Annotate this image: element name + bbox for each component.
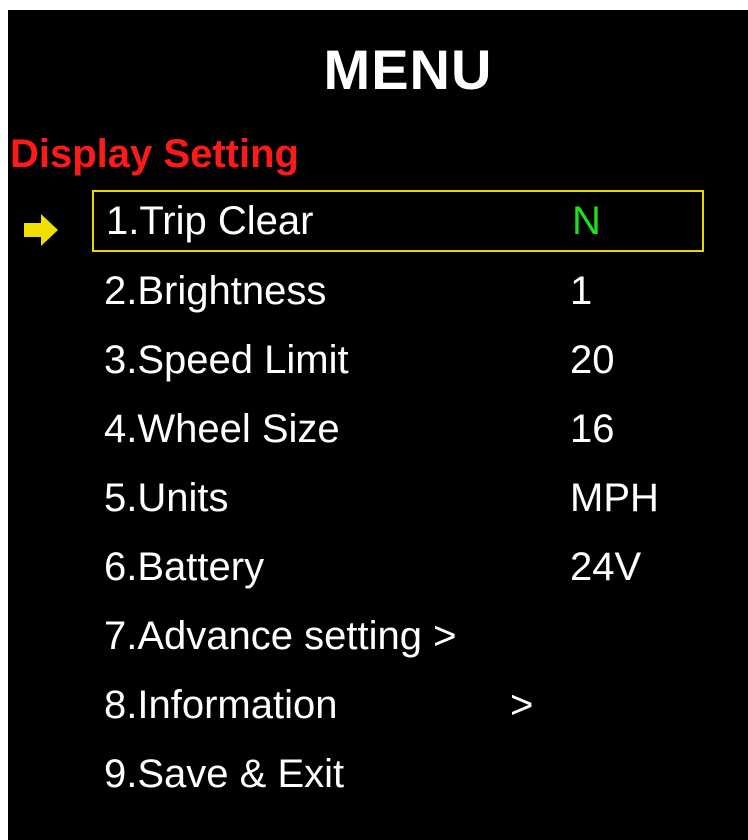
menu-item-label: 4.Wheel Size xyxy=(104,407,340,451)
menu-item-label: 8.Information xyxy=(104,683,338,727)
page-title: MENU xyxy=(323,38,493,101)
menu-item-speed-limit[interactable]: 3.Speed Limit 20 xyxy=(92,329,704,391)
arrow-right-icon xyxy=(24,214,58,246)
menu-item-label: 3.Speed Limit xyxy=(104,338,349,382)
menu-item-label: 7.Advance setting > xyxy=(104,614,457,658)
menu-item-advance-setting[interactable]: 7.Advance setting > xyxy=(92,605,704,667)
menu-item-information[interactable]: 8.Information > xyxy=(92,674,704,736)
chevron-right-icon: > xyxy=(510,683,534,727)
menu-item-trip-clear[interactable]: 1.Trip Clear N xyxy=(92,190,704,252)
menu-item-value: MPH xyxy=(570,476,659,520)
menu-item-save-exit[interactable]: 9.Save & Exit xyxy=(92,743,704,805)
menu-item-value: 1 xyxy=(570,269,593,313)
menu-item-value: 16 xyxy=(570,407,615,451)
menu-screen: MENU Display Setting 1.Trip Clear N 2.Br… xyxy=(8,10,748,840)
menu-item-value: 24V xyxy=(570,545,642,589)
menu-item-label: 9.Save & Exit xyxy=(104,752,345,796)
menu-item-battery[interactable]: 6.Battery 24V xyxy=(92,536,704,598)
menu-item-value: 20 xyxy=(570,338,615,382)
menu-item-label: 5.Units xyxy=(104,476,229,520)
section-title: Display Setting xyxy=(10,132,299,176)
menu-item-wheel-size[interactable]: 4.Wheel Size 16 xyxy=(92,398,704,460)
menu-item-label: 1.Trip Clear xyxy=(106,199,314,243)
menu-item-brightness[interactable]: 2.Brightness 1 xyxy=(92,260,704,322)
menu-item-label: 6.Battery xyxy=(104,545,265,589)
menu-item-units[interactable]: 5.Units MPH xyxy=(92,467,704,529)
menu-item-value: N xyxy=(572,199,601,243)
menu-item-label: 2.Brightness xyxy=(104,269,327,313)
